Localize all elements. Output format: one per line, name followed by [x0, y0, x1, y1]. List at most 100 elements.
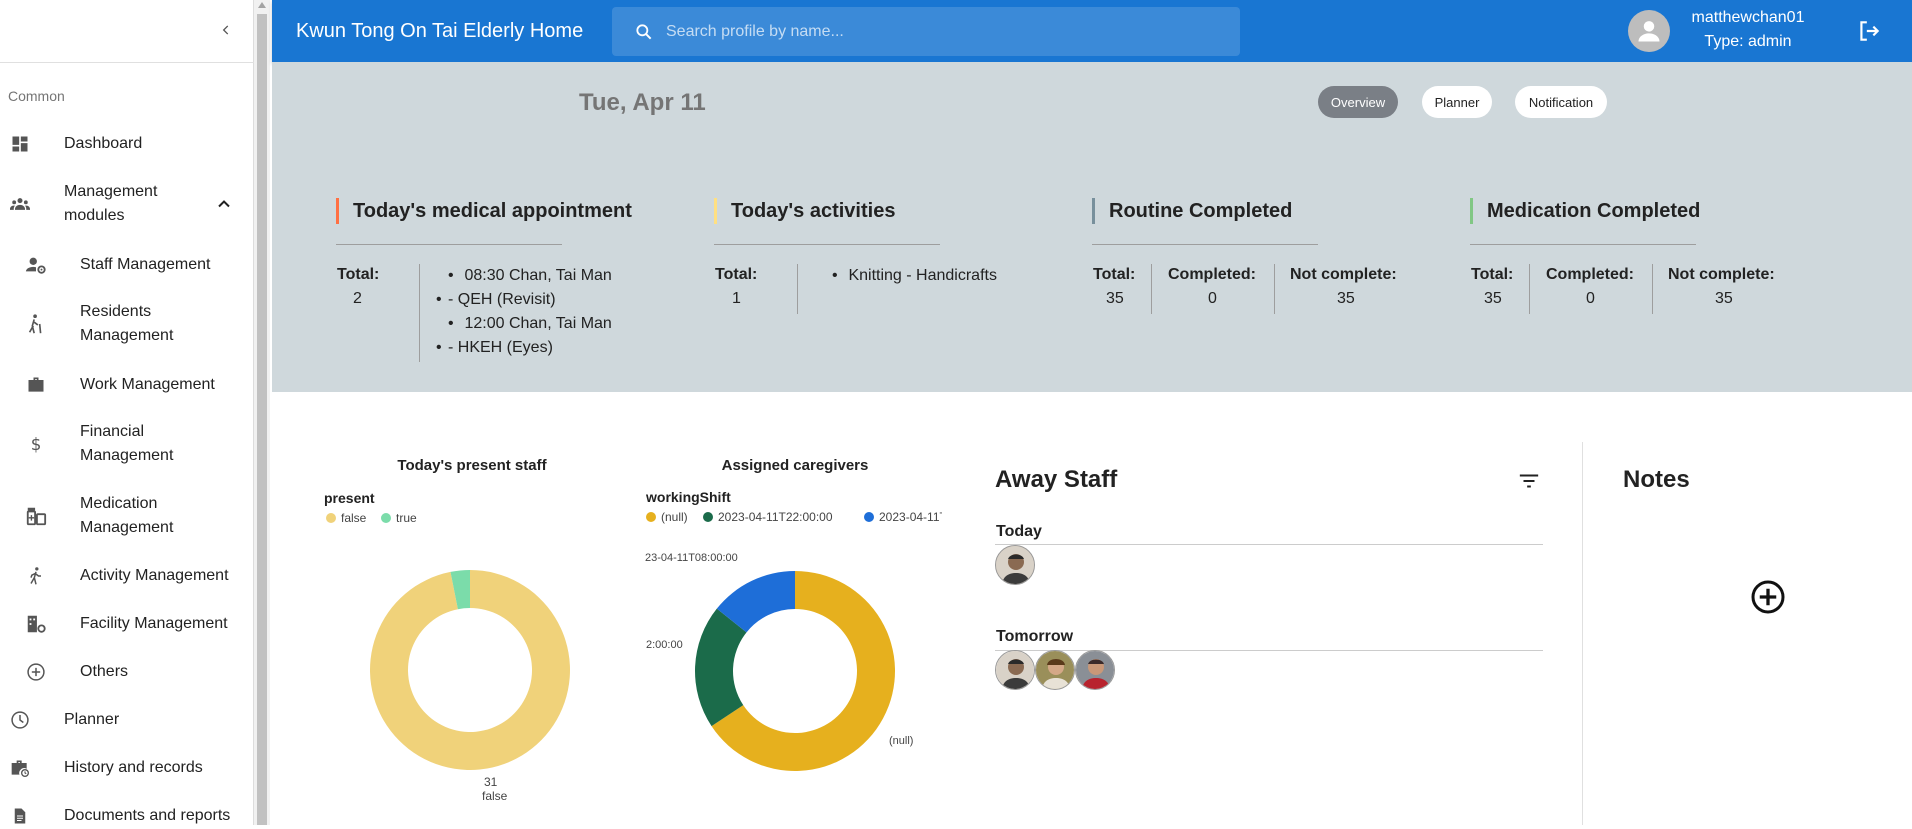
- svg-text:$: $: [31, 435, 42, 454]
- completed-value: 0: [1586, 290, 1595, 307]
- work-history-icon: [8, 756, 32, 780]
- sidebar-item-planner[interactable]: Planner: [0, 707, 254, 733]
- donut-chart-assigned-caregivers: [695, 571, 895, 771]
- person-icon: [1638, 21, 1660, 42]
- list-item-continued: - QEH (Revisit): [436, 288, 612, 312]
- legend-item[interactable]: (null): [646, 510, 688, 524]
- completed-value: 0: [1208, 290, 1217, 307]
- sidebar-item-financial-management[interactable]: $ Financial Management: [0, 420, 254, 468]
- sidebar-scrollbar[interactable]: [254, 0, 270, 825]
- away-staff-title: Away Staff: [995, 466, 1118, 493]
- appointment-list: 08:30 Chan, Tai Man - QEH (Revisit) 12:0…: [436, 264, 612, 360]
- tab-planner[interactable]: Planner: [1422, 86, 1492, 118]
- filter-icon[interactable]: [1518, 472, 1540, 490]
- not-complete-label: Not complete:: [1668, 266, 1775, 283]
- chevron-up-icon: [218, 200, 230, 208]
- user-type: Type: admin: [1704, 33, 1792, 50]
- card-title: Routine Completed: [1092, 198, 1352, 224]
- search-box[interactable]: [612, 7, 1240, 56]
- sidebar-item-label: Work Management: [80, 376, 215, 393]
- legend-item[interactable]: 2023-04-11T22:00:00: [703, 510, 833, 524]
- not-complete-value: 35: [1337, 290, 1355, 307]
- dashboard-icon: [8, 132, 32, 156]
- sidebar-item-staff-management[interactable]: Staff Management: [0, 252, 254, 278]
- total-label: Total:: [337, 266, 380, 283]
- staff-avatar[interactable]: [995, 650, 1035, 690]
- elderly-icon: [24, 312, 48, 336]
- data-label-value: 31: [484, 775, 498, 789]
- search-input[interactable]: [666, 22, 1186, 41]
- legend-title: present: [324, 490, 375, 506]
- divider: [336, 244, 562, 245]
- document-icon: [8, 804, 32, 828]
- legend-swatch: [703, 512, 713, 522]
- sidebar-item-documents-and-reports[interactable]: Documents and reports: [0, 803, 254, 829]
- legend-item[interactable]: 2023-04-11T08:00:00: [864, 510, 942, 524]
- staff-avatar[interactable]: [995, 545, 1035, 585]
- divider: [1092, 244, 1318, 245]
- not-complete-value: 35: [1715, 290, 1733, 307]
- add-circle-icon: [24, 660, 48, 684]
- list-item-continued: - HKEH (Eyes): [436, 336, 612, 360]
- scrollbar-thumb[interactable]: [257, 14, 267, 825]
- sidebar-item-medication-management[interactable]: Medication Management: [0, 492, 254, 540]
- collapse-sidebar-button[interactable]: [214, 16, 238, 44]
- username: matthewchan01: [1691, 9, 1805, 26]
- sidebar-item-facility-management[interactable]: Facility Management: [0, 611, 254, 637]
- donut-chart-present-staff: [370, 570, 570, 770]
- divider: [419, 264, 420, 362]
- legend-item[interactable]: true: [381, 511, 417, 525]
- completed-label: Completed:: [1546, 266, 1634, 283]
- routine-completed-card: Routine Completed: [1092, 198, 1352, 245]
- medication-icon: [24, 504, 48, 528]
- sidebar-item-others[interactable]: Others: [0, 659, 254, 685]
- sidebar-item-management-modules[interactable]: Management modules: [0, 180, 254, 228]
- data-label: 2:00:00: [646, 639, 683, 651]
- today-label: Today: [996, 523, 1042, 540]
- scroll-up-arrow-icon[interactable]: [258, 2, 266, 8]
- user-avatar[interactable]: [1628, 10, 1670, 52]
- sidebar-item-label: Activity Management: [80, 567, 229, 584]
- search-icon: [636, 23, 652, 39]
- total-label: Total:: [1093, 266, 1136, 283]
- sidebar-item-history-and-records[interactable]: History and records: [0, 755, 254, 781]
- total-value: 1: [732, 290, 741, 307]
- sidebar-item-label: Others: [80, 663, 129, 680]
- sidebar: Common Dashboard Management modules Staf…: [0, 0, 254, 825]
- data-label-category: false: [482, 789, 508, 803]
- card-title: Today's activities: [714, 198, 974, 224]
- briefcase-icon: [24, 373, 48, 397]
- total-value: 2: [353, 290, 362, 307]
- list-item: Knitting - Handicrafts: [832, 264, 997, 288]
- medication-completed-card: Medication Completed: [1470, 198, 1730, 245]
- staff-avatar[interactable]: [1075, 650, 1115, 690]
- add-note-icon[interactable]: [1750, 579, 1786, 615]
- divider: [995, 650, 1543, 651]
- divider: [1151, 264, 1152, 314]
- tomorrow-label: Tomorrow: [996, 628, 1074, 645]
- legend-swatch: [864, 512, 874, 522]
- chart-title-present-staff: Today's present staff: [397, 457, 547, 474]
- sidebar-item-dashboard[interactable]: Dashboard: [0, 131, 254, 157]
- tab-overview[interactable]: Overview: [1318, 86, 1398, 118]
- sidebar-item-label: Planner: [64, 711, 120, 728]
- logout-icon[interactable]: [1856, 18, 1882, 44]
- sidebar-item-activity-management[interactable]: Activity Management: [0, 563, 254, 589]
- tab-notification[interactable]: Notification: [1515, 86, 1607, 118]
- legend-swatch: [326, 513, 336, 523]
- clock-icon: [8, 708, 32, 732]
- sidebar-item-residents-management[interactable]: Residents Management: [0, 300, 254, 348]
- legend-item[interactable]: false: [326, 511, 366, 525]
- sidebar-item-work-management[interactable]: Work Management: [0, 372, 254, 398]
- legend-swatch: [381, 513, 391, 523]
- overview-panel: Tue, Apr 11 Overview Planner Notificatio…: [272, 62, 1912, 392]
- legend-row: (null) 2023-04-11T22:00:00 2023-04-11T08…: [646, 508, 942, 528]
- sidebar-item-label: Medication Management: [80, 495, 174, 536]
- medical-appointment-card: Today's medical appointment: [336, 198, 636, 245]
- staff-avatar[interactable]: [1035, 650, 1075, 690]
- divider: [1274, 264, 1275, 314]
- sidebar-item-label: Dashboard: [64, 135, 143, 152]
- card-title: Medication Completed: [1470, 198, 1730, 224]
- person-photo-icon: [996, 651, 1034, 689]
- list-item: 08:30 Chan, Tai Man: [448, 264, 612, 288]
